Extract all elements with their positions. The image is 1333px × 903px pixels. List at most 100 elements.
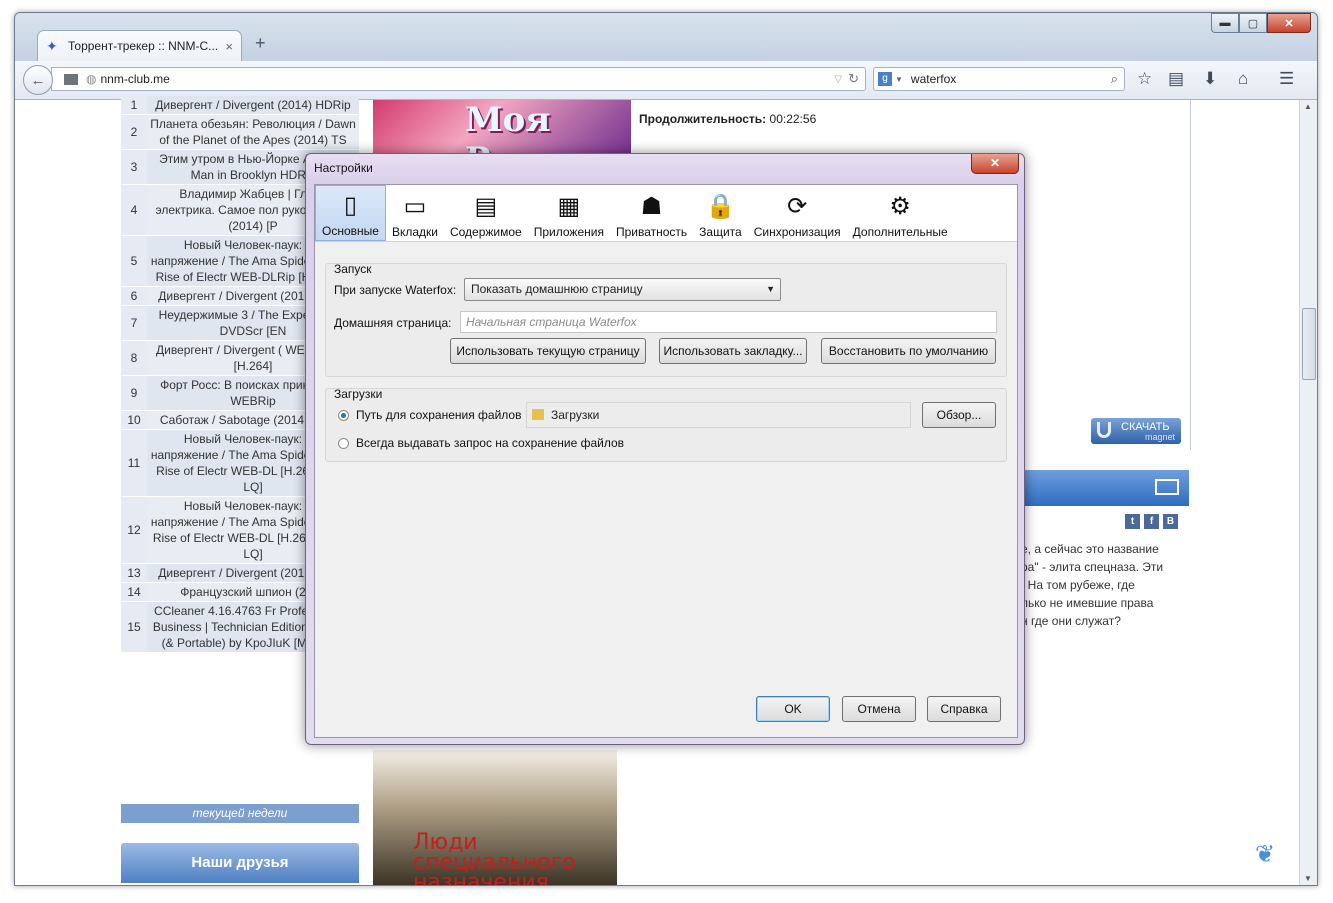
homepage-label: Домашняя страница: (334, 316, 452, 330)
torrent-title-link[interactable]: Дивергент / Divergent (2014) HDRip (147, 96, 359, 114)
description-line: лько не имевшие права (1021, 596, 1154, 610)
tab-title: Торрент-трекер :: NNM-C... (68, 39, 219, 53)
restore-default-button[interactable]: Восстановить по умолчанию (821, 338, 996, 364)
pane-label: Дополнительные (852, 225, 948, 239)
chevron-down-icon: ▼ (766, 284, 775, 294)
browser-tab[interactable]: ✦ Торрент-трекер :: NNM-C... × (37, 30, 242, 61)
rank-number: 14 (121, 583, 147, 601)
magnet-download-button[interactable]: СКАЧАТЬ magnet (1091, 418, 1181, 444)
help-button[interactable]: Справка (927, 696, 1001, 722)
poster-title-2: Люди специального назначения (413, 830, 576, 886)
facebook-icon[interactable]: f (1144, 514, 1159, 529)
pane-label: Содержимое (449, 225, 522, 239)
rank-number: 9 (121, 376, 147, 410)
cancel-button[interactable]: Отмена (842, 696, 916, 722)
library-icon[interactable] (64, 73, 78, 85)
homepage-input[interactable]: Начальная страница Waterfox (460, 311, 997, 333)
vkontakte-icon[interactable]: B (1163, 514, 1178, 529)
bookmarks-menu-icon[interactable]: ▤ (1168, 69, 1184, 89)
gear-icon: ⚙ (889, 192, 911, 220)
rank-number: 15 (121, 602, 147, 652)
search-icon[interactable]: ⌕ (1111, 71, 1118, 87)
tabs-icon: ▭ (403, 192, 427, 220)
url-text[interactable]: nnm-club.me (100, 72, 834, 86)
duration-info: Продолжительность: 00:22:56 (639, 112, 816, 126)
current-week-link[interactable]: текущей недели (121, 804, 359, 823)
twitter-icon[interactable]: t (1125, 514, 1140, 529)
download-folder-field[interactable]: Загрузки (526, 402, 911, 428)
back-button[interactable]: ← (23, 65, 53, 95)
privacy-mask-icon: ☗ (640, 192, 663, 220)
pane-tab[interactable]: 🔒 Защита (693, 185, 748, 241)
pane-tab[interactable]: ▭ Вкладки (386, 185, 444, 241)
list-item[interactable]: 2 Планета обезьян: Революция / Dawn of th… (121, 115, 359, 150)
torrent-title-link[interactable]: Планета обезьян: Революция / Dawn of the… (147, 115, 359, 149)
title-bar: ▬ ▢ ✕ ✦ Торрент-трекер :: NNM-C... × + (15, 13, 1317, 61)
maximize-button[interactable]: ▢ (1239, 13, 1267, 33)
duration-value: 00:22:56 (769, 112, 817, 126)
url-bar[interactable]: ◍ nnm-club.me ▽ ↻ (51, 67, 866, 91)
rank-number: 12 (121, 497, 147, 563)
tab-close-icon[interactable]: × (225, 39, 233, 54)
general-icon: ▯ (343, 191, 358, 219)
downloads-icon[interactable]: ⬇ (1203, 69, 1217, 89)
rank-number: 1 (121, 96, 147, 114)
rank-number: 6 (121, 287, 147, 305)
preferences-dialog: Настройки ✕ ▯ Основные ▭ Вкладки ▤ Содержимое… (305, 153, 1025, 745)
downloads-group-label: Загрузки (334, 387, 383, 401)
search-engine-dropdown-icon[interactable]: ▼ (895, 75, 903, 84)
scroll-down-icon[interactable]: ▼ (1304, 874, 1312, 883)
pane-label: Приложения (533, 225, 604, 239)
scrollbar-thumb[interactable] (1302, 308, 1316, 380)
rank-number: 3 (121, 150, 147, 184)
minimize-button[interactable]: ▬ (1211, 13, 1239, 33)
rank-number: 2 (121, 115, 147, 149)
search-input[interactable]: waterfox (911, 72, 1111, 86)
pane-tab[interactable]: ▦ Приложения (528, 185, 610, 241)
pane-tab[interactable]: ▤ Содержимое (444, 185, 528, 241)
new-tab-button[interactable]: + (255, 33, 266, 54)
browse-button[interactable]: Обзор... (922, 402, 996, 428)
pane-tab[interactable]: ▯ Основные (315, 185, 386, 241)
site-identity-icon[interactable]: ◍ (86, 72, 96, 86)
description-line: е, а сейчас это название (1021, 542, 1159, 556)
ok-button[interactable]: OK (756, 696, 830, 722)
butterfly-logo-icon: ❦ (1255, 841, 1276, 868)
list-item[interactable]: 1 Дивергент / Divergent (2014) HDRip (121, 96, 359, 115)
search-engine-icon[interactable]: g (878, 72, 892, 86)
always-ask-radio[interactable] (338, 438, 349, 449)
search-bar[interactable]: g ▼ waterfox ⌕ (873, 67, 1125, 91)
film-icon (1155, 479, 1179, 495)
startup-select[interactable]: Показать домашнюю страницу ▼ (464, 278, 781, 301)
scroll-up-icon[interactable]: ▲ (1304, 102, 1312, 111)
url-history-dropdown-icon[interactable]: ▽ (834, 74, 842, 85)
description-line: ра" - элита спецназа. Эти (1021, 560, 1164, 574)
close-window-button[interactable]: ✕ (1267, 13, 1311, 33)
startup-select-value: Показать домашнюю страницу (471, 282, 643, 296)
pane-tab[interactable]: ⚙ Дополнительные (847, 185, 954, 241)
movie-poster-image-2[interactable]: Люди специального назначения (373, 750, 617, 885)
section-header (1021, 470, 1189, 506)
dialog-body: ▯ Основные ▭ Вкладки ▤ Содержимое ▦ Приложения ☗… (314, 184, 1018, 738)
pane-tab[interactable]: ☗ Приватность (610, 185, 693, 241)
rank-number: 10 (121, 411, 147, 429)
reload-icon[interactable]: ↻ (848, 71, 859, 87)
menu-icon[interactable]: ☰ (1279, 69, 1294, 89)
butterfly-favicon-icon: ✦ (46, 38, 58, 54)
dialog-close-button[interactable]: ✕ (971, 154, 1019, 174)
bookmark-star-icon[interactable]: ☆ (1137, 69, 1152, 89)
pane-tab[interactable]: ⟳ Синхронизация (748, 185, 847, 241)
sync-icon: ⟳ (787, 192, 808, 220)
preference-panes: ▯ Основные ▭ Вкладки ▤ Содержимое ▦ Приложения ☗… (315, 185, 1017, 242)
rank-number: 13 (121, 564, 147, 582)
save-path-radio[interactable] (338, 410, 349, 421)
use-current-page-button[interactable]: Использовать текущую страницу (450, 338, 646, 364)
description-line: н где они служат? (1021, 614, 1121, 628)
folder-icon (532, 409, 544, 420)
panel-divider (1190, 100, 1191, 450)
magnet-icon (1097, 422, 1111, 438)
use-bookmark-button[interactable]: Использовать закладку... (659, 338, 807, 364)
friends-header: Наши друзья (121, 843, 359, 883)
vertical-scrollbar[interactable]: ▲ ▼ (1299, 100, 1317, 885)
home-icon[interactable]: ⌂ (1238, 69, 1248, 89)
